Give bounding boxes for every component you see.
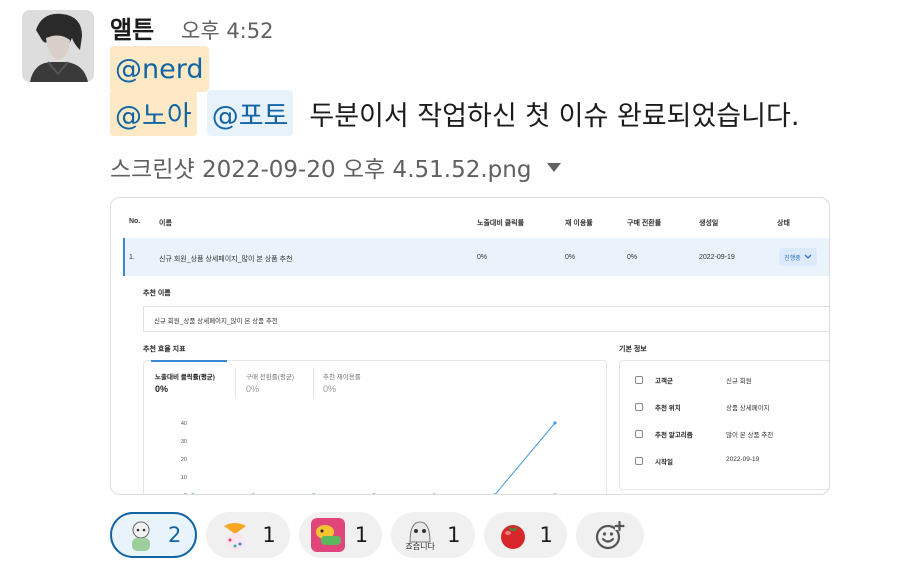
line-chart: 40 30 20 10 0	[181, 421, 557, 495]
image-attachment[interactable]: No. 이름 노출대비 클릭률 재 이용률 구매 전환률 생성일 상태 1. 신…	[110, 197, 830, 495]
file-name-toggle[interactable]: 스크린샷 2022-09-20 오후 4.51.52.png	[110, 150, 562, 184]
metric-label-reuse: 추천 재이용률	[323, 374, 361, 381]
y-tick-label: 20	[181, 457, 187, 463]
sender-name[interactable]: 앨튼	[110, 10, 154, 45]
col-header-no: No.	[129, 218, 141, 225]
message-timestamp[interactable]: 오후 4:52	[181, 15, 273, 45]
message-text: 두분이서 작업하신 첫 이슈 완료되었습니다.	[309, 100, 800, 132]
file-name: 스크린샷 2022-09-20 오후 4.51.52.png	[110, 157, 532, 183]
celebrate-emoji	[218, 518, 252, 552]
basic-info-key: 추천 위치	[655, 405, 681, 412]
metric-value-reuse: 0%	[323, 384, 337, 394]
basic-info-value: 2022-09-19	[726, 456, 760, 463]
basic-info-value: 많이 본 상품 추천	[726, 432, 774, 439]
basic-info-key: 시작일	[655, 459, 673, 466]
y-tick-label: 30	[181, 439, 187, 445]
users-icon	[635, 376, 643, 384]
metric-value-ctr: 0%	[155, 384, 169, 394]
y-tick-label: 10	[181, 475, 187, 481]
row-reuse: 0%	[565, 254, 576, 261]
rec-name-value: 신규 회원_상품 상세페이지_많이 본 상품 추천	[154, 318, 278, 325]
row-date: 2022-09-19	[699, 254, 735, 261]
reaction-count: 1	[539, 523, 553, 547]
metric-value-conversion: 0%	[246, 384, 260, 394]
data-point	[553, 421, 557, 425]
col-header-name: 이름	[159, 220, 172, 227]
basic-info-value: 상품 상세페이지	[726, 405, 770, 412]
rec-name-box: 신규 회원_상품 상세페이지_많이 본 상품 추천	[143, 306, 829, 332]
metric-tab-indicator	[151, 360, 227, 362]
calendar-icon	[635, 457, 643, 465]
row-conversion: 0%	[627, 254, 638, 261]
mention-noa[interactable]: @노아	[110, 90, 197, 136]
reaction-count: 1	[354, 523, 369, 547]
metric-divider	[313, 368, 314, 398]
avatar-image	[22, 10, 94, 82]
status-badge: 진행중	[779, 248, 817, 266]
reaction-count: 1	[447, 523, 461, 547]
status-label: 진행중	[784, 255, 801, 262]
pepe-emoji	[310, 518, 345, 552]
reaction-tomato[interactable]: 1	[483, 512, 567, 558]
ghost-emoji: 죠습니다	[403, 518, 437, 552]
data-point	[252, 493, 255, 494]
col-header-reuse: 재 이용률	[565, 220, 593, 227]
metric-label-conversion: 구매 전환률(평균)	[246, 374, 294, 381]
chevron-down-icon	[804, 254, 812, 259]
basic-info-key: 고객군	[655, 378, 673, 385]
row-no: 1.	[129, 254, 135, 261]
basic-info-value: 신규 회원	[726, 378, 752, 385]
col-header-conversion: 구매 전환률	[627, 220, 662, 227]
metric-label-ctr: 노출대비 클릭률(평균)	[155, 374, 215, 381]
data-point	[312, 493, 315, 494]
row-name: 신규 회원_상품 상세페이지_많이 본 상품 추천	[159, 256, 293, 263]
data-point	[191, 493, 195, 494]
avatar[interactable]	[22, 10, 94, 82]
window-icon	[635, 403, 643, 411]
reaction-count: 2	[168, 523, 182, 547]
data-point	[553, 493, 557, 494]
col-header-ctr: 노출대비 클릭률	[477, 220, 525, 227]
mention-photo[interactable]: @포토	[206, 90, 294, 136]
reaction-ghost[interactable]: 죠습니다 1	[391, 512, 475, 558]
grandma-emoji	[124, 518, 158, 552]
rec-name-title: 추천 이름	[143, 290, 171, 297]
emoji-caption: 죠습니다	[405, 542, 435, 551]
add-reaction-icon	[595, 520, 625, 550]
reaction-grandma[interactable]: 2	[110, 512, 198, 558]
reaction-pepe[interactable]: 1	[298, 512, 383, 558]
reactions-bar: 2 1 1 죠습니다 1 1	[110, 512, 653, 558]
data-point	[433, 493, 436, 494]
shuffle-icon	[635, 430, 643, 438]
reaction-celebrate[interactable]: 1	[206, 512, 290, 558]
caret-down-icon[interactable]	[547, 162, 562, 172]
basic-info-title: 기본 정보	[619, 346, 647, 353]
reaction-count: 1	[262, 523, 276, 547]
data-point	[372, 493, 376, 494]
metric-divider	[235, 368, 236, 398]
add-reaction-button[interactable]	[575, 512, 644, 558]
row-ctr: 0%	[477, 254, 488, 261]
y-tick-label: 0	[184, 493, 187, 495]
series-line	[494, 422, 556, 494]
basic-info-key: 추천 알고리즘	[655, 432, 693, 439]
basic-info-panel	[619, 360, 829, 490]
metrics-title: 추천 효율 지표	[143, 346, 186, 353]
col-header-status: 상태	[777, 220, 790, 227]
y-tick-label: 40	[181, 421, 187, 427]
tomato-emoji	[496, 518, 530, 552]
mention-nerd[interactable]: @nerd	[110, 46, 209, 92]
col-header-date: 생성일	[699, 220, 719, 227]
